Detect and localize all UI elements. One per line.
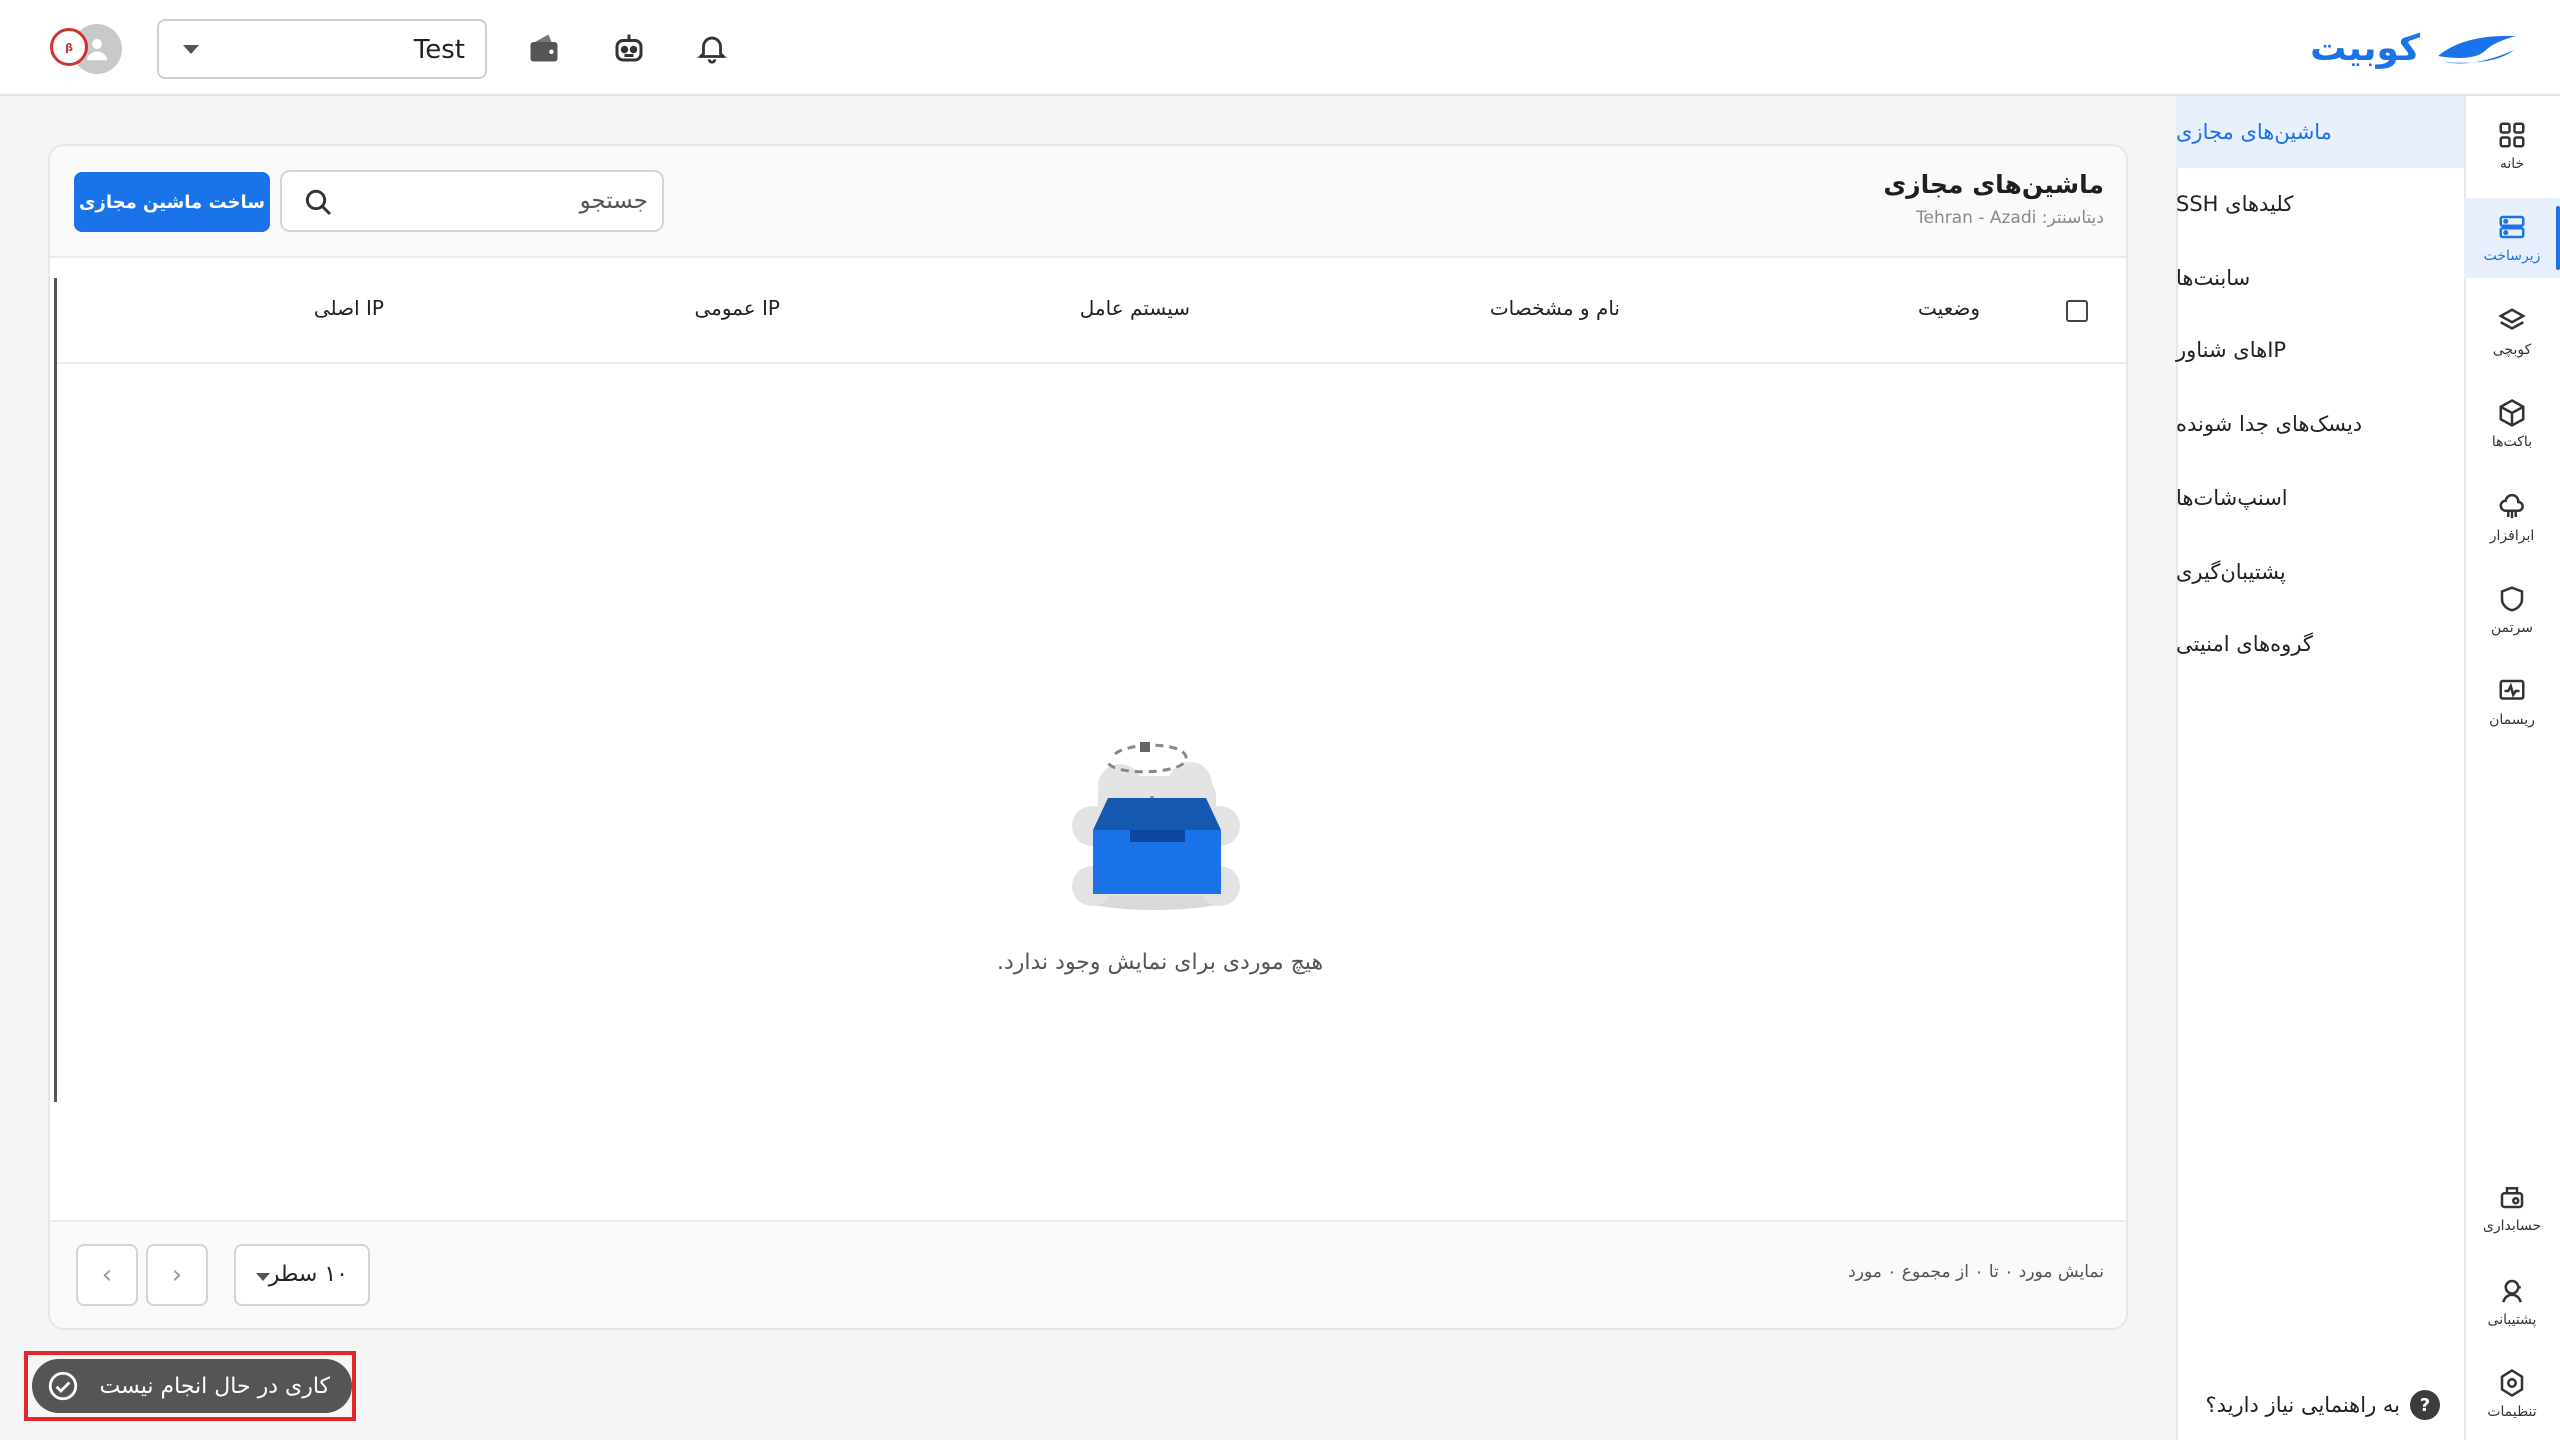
rail-item-kubchi[interactable]: کوبچی: [2464, 292, 2560, 372]
rail-item-label: پشتیبانی: [2487, 1312, 2537, 1328]
empty-box-icon: [1072, 742, 1240, 910]
question-icon: ?: [2410, 1390, 2440, 1420]
status-toast-highlight: کاری در حال انجام نیست: [24, 1351, 356, 1421]
status-toast-text: کاری در حال انجام نیست: [99, 1373, 330, 1399]
rail-item-infrastructure[interactable]: زیرساخت: [2464, 198, 2560, 278]
rail-item-rismaan[interactable]: ریسمان: [2464, 662, 2560, 742]
subnav-item-floating-ips[interactable]: IPهای شناور: [2176, 314, 2464, 386]
column-os[interactable]: سیستم عامل: [1080, 296, 1190, 320]
rail-item-label: خانه: [2499, 156, 2525, 172]
scroll-indicator: [54, 278, 57, 1102]
main-rail: خانه زیرساخت کوبچی باکت‌ها ابرافزار سرتم…: [2464, 96, 2560, 1440]
rail-item-label: ریسمان: [2489, 712, 2535, 728]
server-icon: [2499, 215, 2525, 239]
rail-item-cloudware[interactable]: ابرافزار: [2464, 478, 2560, 558]
bell-icon: [697, 36, 727, 64]
subnav-item-snapshots[interactable]: اسنپ‌شات‌ها: [2176, 462, 2464, 534]
datacenter-label: دیتاسنتر: Tehran - Azadi: [1916, 208, 2104, 228]
rail-item-buckets[interactable]: باکت‌ها: [2464, 384, 2560, 464]
shield-icon: [2500, 586, 2524, 612]
chevron-down-icon: [183, 45, 199, 54]
column-status[interactable]: وضعیت: [1918, 296, 1980, 320]
brand-name: کوبیت: [2310, 27, 2420, 69]
previous-page-button[interactable]: ‹: [76, 1244, 138, 1306]
column-name[interactable]: نام و مشخصات: [1490, 296, 1620, 320]
cube-icon: [2499, 399, 2525, 427]
subnav-item-detachable-disks[interactable]: دیسک‌های جدا شونده: [2176, 388, 2464, 460]
project-select-value: Test: [413, 35, 465, 65]
logo-icon: [2438, 35, 2516, 64]
beta-badge-icon: β: [50, 28, 88, 66]
rail-item-support[interactable]: پشتیبانی: [2464, 1262, 2560, 1342]
status-toast[interactable]: کاری در حال انجام نیست: [32, 1359, 352, 1413]
rail-item-home[interactable]: خانه: [2464, 106, 2560, 186]
empty-state: هیچ موردی برای نمایش وجود ندارد.: [980, 736, 1340, 975]
rail-item-label: تنظیمات: [2487, 1404, 2537, 1420]
rail-item-label: ابرافزار: [2489, 528, 2535, 544]
subnav-item-subnets[interactable]: سابنت‌ها: [2176, 242, 2464, 314]
rail-item-accounting[interactable]: حسابداری: [2464, 1168, 2560, 1248]
pagination-summary: نمایش مورد ۰ تا ۰ از مجموع ۰ مورد: [1848, 1262, 2104, 1282]
page-title: ماشین‌های مجازی: [1883, 170, 2104, 199]
vm-list-card: ماشین‌های مجازی دیتاسنتر: Tehran - Azadi…: [48, 144, 2128, 1330]
project-select[interactable]: Test: [157, 19, 487, 79]
rail-item-sartaman[interactable]: سرتمن: [2464, 570, 2560, 650]
check-circle-icon: [48, 1371, 78, 1401]
cloud-icon: [2499, 493, 2524, 519]
grid-icon: [2499, 122, 2525, 148]
subnav-item-backups[interactable]: پشتیبان‌گیری: [2176, 536, 2464, 608]
rows-per-page-value: ۱۰ سطر: [268, 1262, 348, 1287]
column-private-ip[interactable]: IP اصلی: [314, 296, 384, 320]
brand-logo[interactable]: کوبیت: [2310, 22, 2520, 74]
rail-item-label: کوبچی: [2492, 342, 2532, 358]
empty-state-message: هیچ موردی برای نمایش وجود ندارد.: [996, 950, 1324, 975]
table-footer: نمایش مورد ۰ تا ۰ از مجموع ۰ مورد ۱۰ سطر…: [50, 1220, 2126, 1328]
table-header: وضعیت نام و مشخصات سیستم عامل IP عمومی I…: [56, 258, 2126, 364]
column-public-ip[interactable]: IP عمومی: [694, 296, 780, 320]
accounting-icon: [2500, 1187, 2524, 1209]
layers-icon: [2498, 308, 2526, 330]
chevron-down-icon: [256, 1273, 270, 1281]
search-input[interactable]: [368, 182, 648, 220]
rail-item-label: زیرساخت: [2483, 248, 2541, 264]
search-box: [280, 170, 664, 232]
help-link[interactable]: ? به راهنمایی نیاز دارید؟: [2206, 1390, 2440, 1420]
next-page-button[interactable]: ›: [146, 1244, 208, 1306]
rows-per-page-select[interactable]: ۱۰ سطر: [234, 1244, 370, 1306]
assistant-button[interactable]: [607, 26, 651, 70]
monitor-icon: [2499, 679, 2525, 700]
card-header: ماشین‌های مجازی دیتاسنتر: Tehran - Azadi…: [50, 146, 2126, 258]
subnav-item-virtual-machines[interactable]: ماشین‌های مجازی: [2176, 96, 2464, 168]
settings-icon: [2500, 1369, 2524, 1397]
wallet-icon: [530, 34, 558, 62]
chevron-left-icon: ‹: [101, 1260, 113, 1290]
robot-icon: [615, 34, 643, 62]
search-icon: [305, 189, 332, 216]
section-subnav: ماشین‌های مجازی کلیدهای SSH سابنت‌ها IPه…: [2176, 96, 2464, 1440]
rail-item-label: باکت‌ها: [2491, 434, 2533, 450]
rail-item-label: حسابداری: [2482, 1218, 2542, 1234]
rail-item-settings[interactable]: تنظیمات: [2464, 1354, 2560, 1434]
chevron-right-icon: ›: [171, 1260, 183, 1290]
create-vm-button[interactable]: ساخت ماشین مجازی: [74, 172, 270, 232]
subnav-item-security-groups[interactable]: گروه‌های امنیتی: [2176, 608, 2464, 680]
help-link-label: به راهنمایی نیاز دارید؟: [2205, 1393, 2400, 1417]
select-all-checkbox[interactable]: [2066, 300, 2088, 322]
support-icon: [2502, 1279, 2522, 1303]
wallet-button[interactable]: [522, 26, 566, 70]
rail-item-label: سرتمن: [2490, 620, 2534, 636]
top-bar: کوبیت Test β: [0, 0, 2560, 96]
notifications-button[interactable]: [690, 26, 734, 70]
subnav-item-ssh-keys[interactable]: کلیدهای SSH: [2176, 168, 2464, 240]
